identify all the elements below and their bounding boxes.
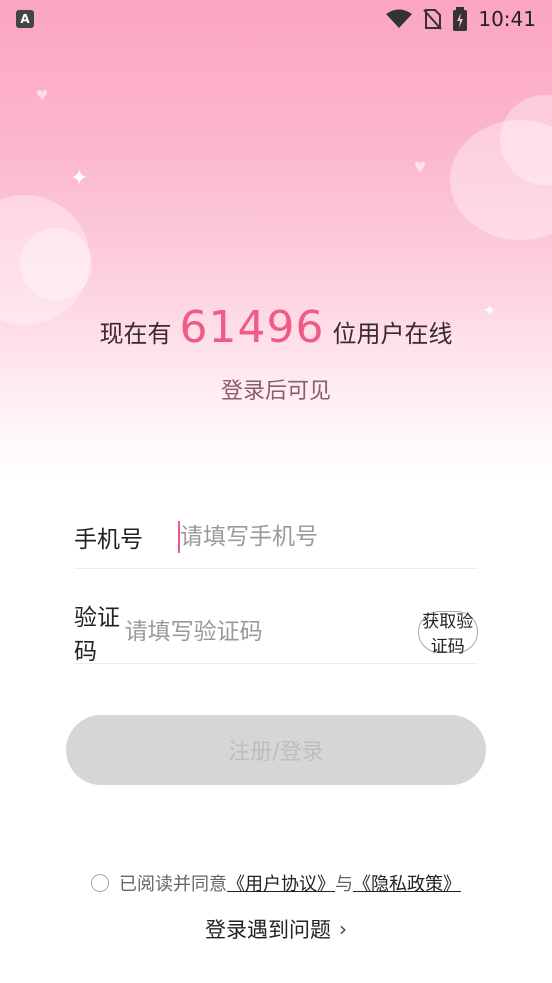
wifi-icon <box>386 9 413 28</box>
no-sim-icon <box>423 9 443 30</box>
online-suffix: 位用户在线 <box>332 320 453 348</box>
register-login-button[interactable]: 注册/登录 <box>66 715 486 785</box>
code-label: 验证码 <box>74 604 120 665</box>
code-row: 验证码 获取验证码 <box>74 600 478 665</box>
agree-and: 与 <box>335 874 353 895</box>
battery-charging-icon <box>453 7 468 31</box>
heart-icon: ♥ <box>414 160 427 176</box>
chevron-right-icon: › <box>339 917 347 941</box>
status-bar: A 10:41 <box>0 0 552 38</box>
agree-checkbox[interactable] <box>91 874 109 892</box>
privacy-policy-link[interactable]: 《隐私政策》 <box>353 870 461 896</box>
login-help-link[interactable]: 登录遇到问题 › <box>0 914 552 944</box>
heart-icon: ♥ <box>36 88 49 104</box>
code-input[interactable] <box>124 618 418 645</box>
agree-text: 已阅读并同意 <box>119 874 227 895</box>
user-agreement-link[interactable]: 《用户协议》 <box>227 870 335 896</box>
agreement-line: 已阅读并同意 《用户协议》 与 《隐私政策》 <box>0 870 552 896</box>
app-notification-icon: A <box>16 10 34 28</box>
clock: 10:41 <box>478 7 536 31</box>
online-subtitle: 登录后可见 <box>220 379 331 404</box>
phone-input[interactable] <box>180 523 478 550</box>
online-prefix: 现在有 <box>99 320 172 348</box>
login-help-label: 登录遇到问题 <box>205 918 331 942</box>
phone-label: 手机号 <box>74 526 143 553</box>
cloud-left-2 <box>20 228 92 300</box>
online-users-line: 现在有 61496 位用户在线 <box>0 302 552 353</box>
hero-banner: ✦ ✦ ♥ ♥ <box>0 0 552 480</box>
phone-row: 手机号 <box>74 505 478 569</box>
online-count: 61496 <box>179 302 325 353</box>
sparkle-icon: ✦ <box>70 166 89 191</box>
get-code-button[interactable]: 获取验证码 <box>417 610 478 657</box>
